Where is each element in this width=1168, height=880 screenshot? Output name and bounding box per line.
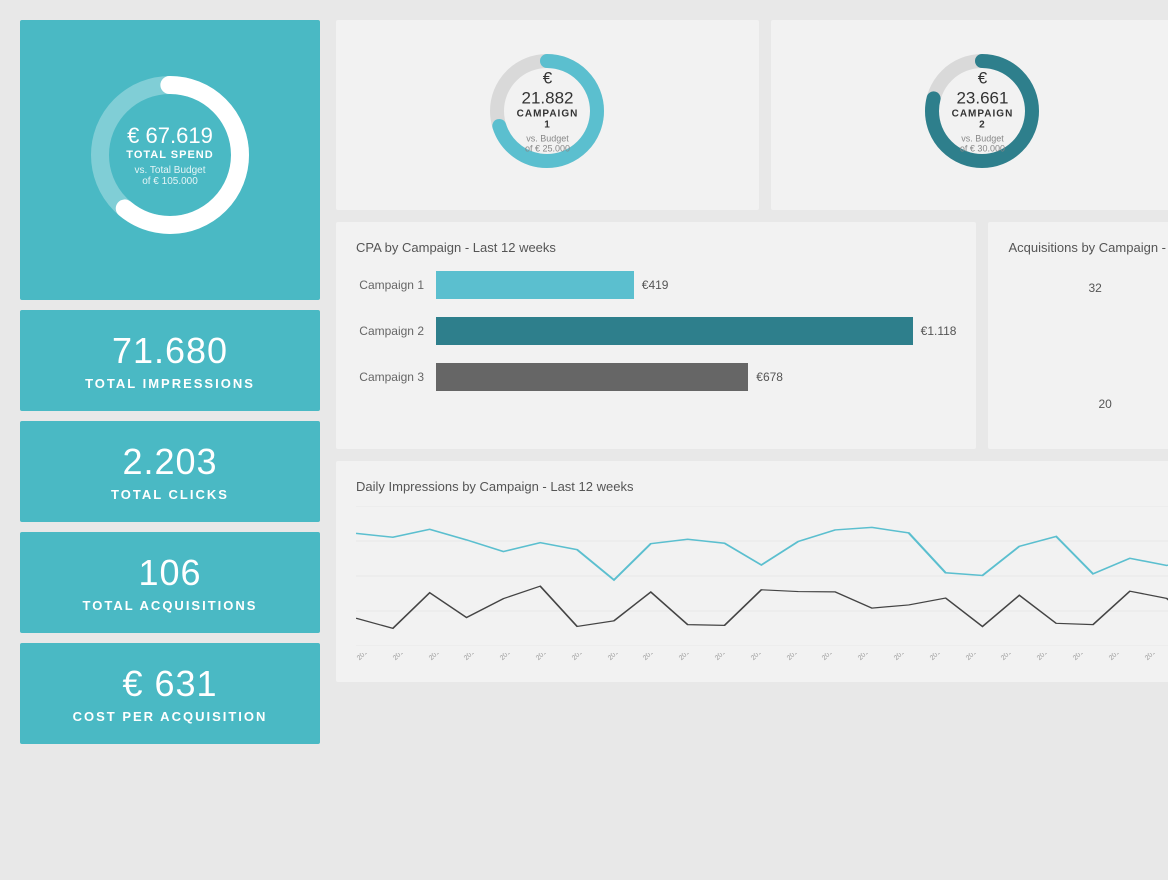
x-label: 2016-02-10 xyxy=(607,653,637,662)
bar-value-1: €1.118 xyxy=(921,324,957,338)
campaign-2-sub: vs. Budget xyxy=(950,134,1015,144)
bar-value-0: €419 xyxy=(642,278,669,292)
campaign-1-center: € 21.882 CAMPAIGN 1 vs. Budget of € 25.0… xyxy=(515,69,580,154)
campaign-1-sub: vs. Budget xyxy=(515,134,580,144)
total-spend-donut: € 67.619 TOTAL SPEND vs. Total Budget of… xyxy=(80,65,260,245)
campaign-2-amount: € 23.661 xyxy=(950,69,1015,109)
bar-row-1: Campaign 2 €1.118 xyxy=(356,317,956,345)
x-label: 2016-03-01 xyxy=(857,653,887,662)
acquisitions-chart-title: Acquisitions by Campaign - Last 12 weeks xyxy=(1008,240,1168,255)
pie-label-20: 20 xyxy=(1098,397,1111,411)
x-label: 2016-02-04 xyxy=(499,653,529,662)
x-label: 2016-03-03 xyxy=(893,653,923,662)
x-label: 2016-03-05 xyxy=(929,653,959,662)
acquisitions-card: 106 TOTAL ACQUISITIONS xyxy=(20,532,320,633)
campaign-row: € 21.882 CAMPAIGN 1 vs. Budget of € 25.0… xyxy=(336,20,1168,210)
right-panel: € 21.882 CAMPAIGN 1 vs. Budget of € 25.0… xyxy=(336,20,1168,744)
line-chart-svg xyxy=(356,506,1168,646)
x-label: 2016-03-15 xyxy=(1108,653,1138,662)
x-label: 2016-02-26 xyxy=(821,653,851,662)
pie-wrapper: 32 54 20 xyxy=(1008,271,1168,431)
cpa-bar-chart-card: CPA by Campaign - Last 12 weeks Campaign… xyxy=(336,222,976,449)
line-chart-card: Daily Impressions by Campaign - Last 12 … xyxy=(336,461,1168,682)
total-spend-label: TOTAL SPEND xyxy=(126,149,213,161)
dashboard: € 67.619 TOTAL SPEND vs. Total Budget of… xyxy=(20,20,1148,744)
acquisitions-number: 106 xyxy=(138,552,201,594)
line-chart-title: Daily Impressions by Campaign - Last 12 … xyxy=(356,479,1168,494)
x-label: 2016-01-23 xyxy=(392,653,422,662)
x-axis: 2016-01-27 2016-01-23 2016-01-29 2016-01-31… xyxy=(356,653,1168,664)
acquisitions-pie-card: Acquisitions by Campaign - Last 12 weeks… xyxy=(988,222,1168,449)
campaign-2-label: CAMPAIGN 2 xyxy=(950,109,1015,131)
x-label: 2016-01-31 xyxy=(463,653,493,662)
x-label: 2016-03-13 xyxy=(1072,653,1102,662)
total-spend-amount: € 67.619 xyxy=(126,123,213,149)
x-label: 2016-02-06 xyxy=(535,653,565,662)
impressions-label: TOTAL IMPRESSIONS xyxy=(85,376,255,391)
bar-row-0: Campaign 1 €419 xyxy=(356,271,956,299)
x-label: 2016-01-29 xyxy=(428,653,458,662)
campaign-1-donut: € 21.882 CAMPAIGN 1 vs. Budget of € 25.0… xyxy=(482,46,612,176)
left-panel: € 67.619 TOTAL SPEND vs. Total Budget of… xyxy=(20,20,320,744)
campaign-2-donut: € 23.661 CAMPAIGN 2 vs. Budget of € 30.0… xyxy=(917,46,1047,176)
x-label: 2016-02-08 xyxy=(571,653,601,662)
bar-label-0: Campaign 1 xyxy=(356,278,436,292)
charts-row: CPA by Campaign - Last 12 weeks Campaign… xyxy=(336,222,1168,449)
cpa-card: € 631 COST PER ACQUISITION xyxy=(20,643,320,744)
bar-track-1: €1.118 xyxy=(436,317,956,345)
clicks-label: TOTAL CLICKS xyxy=(111,487,229,502)
cpa-chart-title: CPA by Campaign - Last 12 weeks xyxy=(356,240,956,255)
x-label: 2016-02-16 xyxy=(678,653,708,662)
x-label: 2016-02-22 xyxy=(750,653,780,662)
line-#444444 xyxy=(356,586,1168,631)
x-label: 2016-02-18 xyxy=(714,653,744,662)
pie-label-32: 32 xyxy=(1088,281,1101,295)
campaign-2-sub2: of € 30.000 xyxy=(950,144,1015,154)
x-label: 2016-02-24 xyxy=(786,653,816,662)
x-label: 2016-03-07 xyxy=(965,653,995,662)
campaign-1-card: € 21.882 CAMPAIGN 1 vs. Budget of € 25.0… xyxy=(336,20,759,210)
line-#5bbfcf xyxy=(356,527,1168,580)
campaign-1-label: CAMPAIGN 1 xyxy=(515,109,580,131)
impressions-number: 71.680 xyxy=(112,330,228,372)
total-spend-center: € 67.619 TOTAL SPEND vs. Total Budget of… xyxy=(126,123,213,187)
clicks-card: 2.203 TOTAL CLICKS xyxy=(20,421,320,522)
acquisitions-label: TOTAL ACQUISITIONS xyxy=(83,598,258,613)
campaign-2-center: € 23.661 CAMPAIGN 2 vs. Budget of € 30.0… xyxy=(950,69,1015,154)
impressions-card: 71.680 TOTAL IMPRESSIONS xyxy=(20,310,320,411)
bar-track-0: €419 xyxy=(436,271,956,299)
bar-label-1: Campaign 2 xyxy=(356,324,436,338)
x-label: 2016-03-11 xyxy=(1036,653,1066,662)
campaign-1-amount: € 21.882 xyxy=(515,69,580,109)
campaign-1-sub2: of € 25.000 xyxy=(515,144,580,154)
total-spend-sublabel: vs. Total Budget xyxy=(126,165,213,176)
bar-fill-0 xyxy=(436,271,634,299)
total-spend-sublabel2: of € 105.000 xyxy=(126,176,213,187)
bar-row-2: Campaign 3 €678 xyxy=(356,363,956,391)
bar-label-2: Campaign 3 xyxy=(356,370,436,384)
bar-chart-rows: Campaign 1 €419 Campaign 2 €1.118 Campai… xyxy=(356,271,956,391)
x-label: 2016-03-17 xyxy=(1144,653,1168,662)
x-label: 2016-03-09 xyxy=(1000,653,1030,662)
bar-fill-2 xyxy=(436,363,748,391)
cpa-amount: € 631 xyxy=(122,663,217,705)
cpa-label: COST PER ACQUISITION xyxy=(73,709,268,724)
x-label: 2016-01-27 xyxy=(356,653,386,662)
campaign-2-card: € 23.661 CAMPAIGN 2 vs. Budget of € 30.0… xyxy=(771,20,1168,210)
total-spend-card: € 67.619 TOTAL SPEND vs. Total Budget of… xyxy=(20,20,320,300)
clicks-number: 2.203 xyxy=(122,441,217,483)
bar-value-2: €678 xyxy=(756,370,783,384)
bar-track-2: €678 xyxy=(436,363,956,391)
bar-fill-1 xyxy=(436,317,913,345)
x-label: 2016-02-14 xyxy=(642,653,672,662)
